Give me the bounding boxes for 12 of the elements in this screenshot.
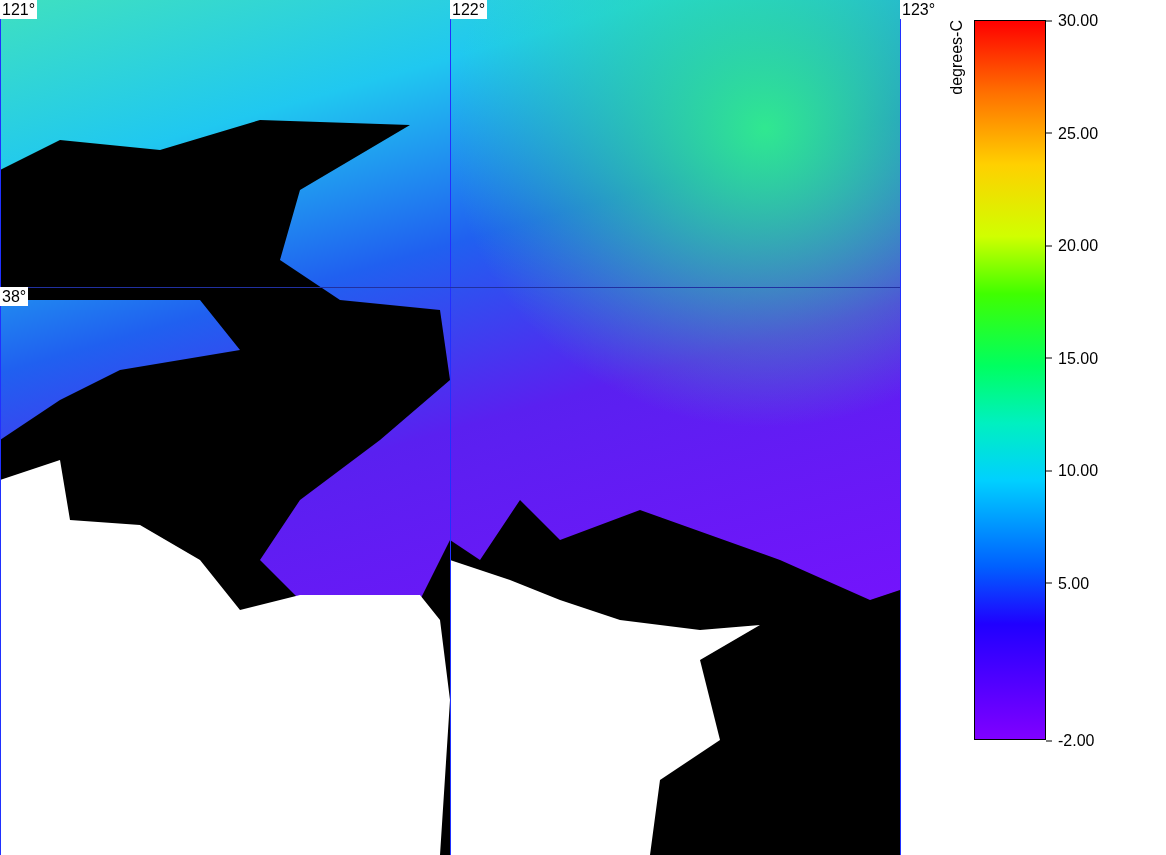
longitude-label: 121° [0, 0, 38, 19]
longitude-label: 123° [900, 0, 938, 19]
tick-label: -2.00 [1046, 730, 1095, 750]
tick-label: 5.00 [1046, 573, 1090, 592]
unit-label: degrees-C [948, 20, 966, 95]
latitude-label: 38° [0, 287, 29, 307]
tick-label: 20.00 [1046, 235, 1099, 255]
tick-label: 15.00 [1046, 348, 1099, 367]
tick-label: 30.00 [1046, 10, 1099, 30]
longitude-label: 122° [450, 0, 488, 19]
tick-label: 10.00 [1046, 460, 1099, 480]
tick-label: 25.00 [1046, 123, 1099, 142]
